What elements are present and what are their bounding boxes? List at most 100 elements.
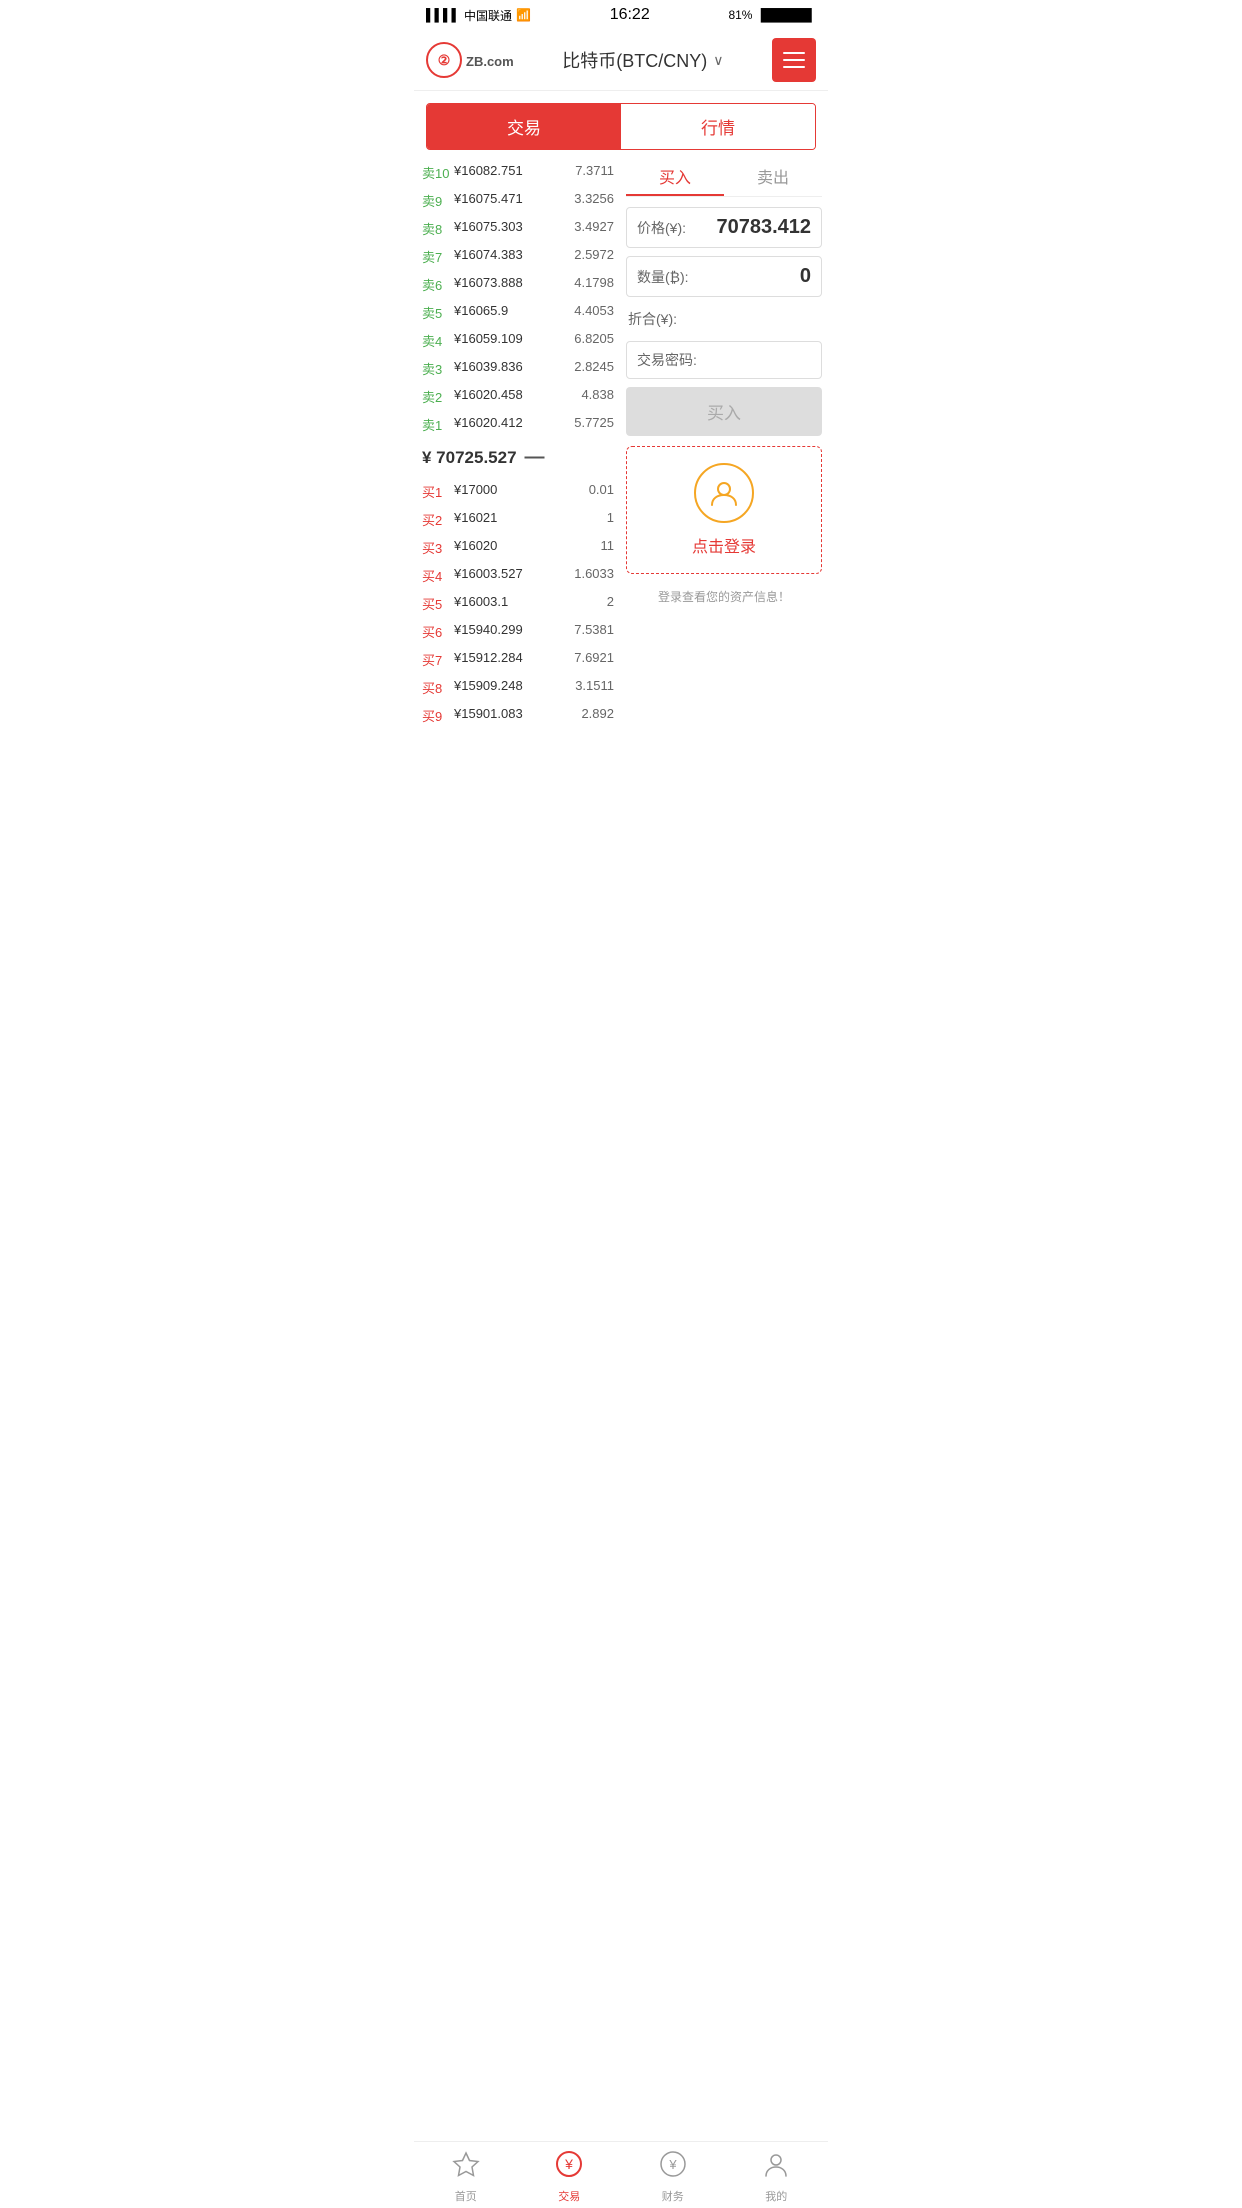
buy-price: ¥15901.083	[450, 706, 581, 725]
sell-price: ¥16082.751	[450, 163, 575, 182]
price-trend-icon: —	[525, 446, 545, 469]
sell-price: ¥16075.471	[450, 191, 574, 210]
buy-label: 买4	[422, 566, 450, 585]
battery-icon: ▐█████▌	[756, 8, 816, 22]
buy-price: ¥16020	[450, 538, 601, 557]
sell-label: 卖5	[422, 303, 450, 322]
buy-label: 买9	[422, 706, 450, 725]
sell-price: ¥16075.303	[450, 219, 574, 238]
login-box[interactable]: 点击登录	[626, 446, 822, 574]
logo: ② ZB.com	[426, 42, 514, 78]
login-sub-text: 登录查看您的资产信息！	[626, 582, 822, 605]
tab-trade[interactable]: 交易	[427, 104, 621, 149]
menu-line	[783, 66, 805, 68]
price-field[interactable]: 价格(¥): 70783.412	[626, 207, 822, 248]
buy-order-row: 买9 ¥15901.083 2.892	[420, 701, 616, 729]
carrier-name: 中国联通	[464, 7, 512, 24]
sell-price: ¥16020.458	[450, 387, 581, 406]
sell-amount: 6.8205	[574, 331, 614, 350]
sell-label: 卖9	[422, 191, 450, 210]
buy-price: ¥15909.248	[450, 678, 575, 697]
menu-line	[783, 52, 805, 54]
sell-price: ¥16073.888	[450, 275, 574, 294]
sell-amount: 3.4927	[574, 219, 614, 238]
menu-button[interactable]	[772, 38, 816, 82]
sell-label: 卖3	[422, 359, 450, 378]
buy-amount: 2.892	[581, 706, 614, 725]
sell-price: ¥16020.412	[450, 415, 574, 434]
battery-percent: 81%	[728, 8, 752, 22]
tab-buy[interactable]: 买入	[626, 158, 724, 196]
buy-label: 买3	[422, 538, 450, 557]
nav-item-trade[interactable]: ¥ 交易	[518, 2150, 622, 2204]
sell-label: 卖4	[422, 331, 450, 350]
buy-price: ¥15940.299	[450, 622, 574, 641]
tab-market[interactable]: 行情	[621, 104, 815, 149]
sell-label: 卖10	[422, 163, 450, 182]
buy-amount: 0.01	[589, 482, 614, 501]
price-label: 价格(¥):	[637, 218, 686, 238]
svg-text:¥: ¥	[564, 2156, 573, 2172]
person-icon	[708, 477, 740, 509]
buy-order-row: 买5 ¥16003.1 2	[420, 589, 616, 617]
buy-price: ¥16021	[450, 510, 607, 529]
sell-price: ¥16039.836	[450, 359, 574, 378]
login-button-text[interactable]: 点击登录	[692, 533, 756, 557]
sell-amount: 3.3256	[574, 191, 614, 210]
trade-nav-label: 交易	[558, 2188, 580, 2204]
buy-label: 买7	[422, 650, 450, 669]
buy-price: ¥16003.1	[450, 594, 607, 613]
nav-item-mine[interactable]: 我的	[725, 2150, 829, 2204]
buy-sell-tabs: 买入 卖出	[626, 158, 822, 197]
buy-order-row: 买1 ¥17000 0.01	[420, 477, 616, 505]
buy-amount: 1.6033	[574, 566, 614, 585]
app-header: ② ZB.com 比特币(BTC/CNY) ∨	[414, 30, 828, 91]
sell-order-row: 卖2 ¥16020.458 4.838	[420, 382, 616, 410]
buy-label: 买8	[422, 678, 450, 697]
sell-amount: 4.838	[581, 387, 614, 406]
password-label: 交易密码:	[637, 350, 697, 370]
tab-sell[interactable]: 卖出	[724, 158, 822, 196]
finance-nav-label: 财务	[662, 2188, 684, 2204]
buy-amount: 1	[607, 510, 614, 529]
sell-label: 卖7	[422, 247, 450, 266]
signal-icon: ▌▌▌▌	[426, 8, 460, 22]
nav-item-finance[interactable]: ¥ 财务	[621, 2150, 725, 2204]
nav-item-home[interactable]: 首页	[414, 2150, 518, 2204]
buy-label: 买2	[422, 510, 450, 529]
status-right: 81% ▐█████▌	[728, 8, 816, 22]
market-title[interactable]: 比特币(BTC/CNY) ∨	[562, 47, 723, 73]
svg-text:¥: ¥	[668, 2157, 677, 2172]
sell-price: ¥16059.109	[450, 331, 574, 350]
price-value: 70783.412	[716, 216, 811, 239]
sell-order-row: 卖5 ¥16065.9 4.4053	[420, 298, 616, 326]
logo-icon: ②	[426, 42, 462, 78]
sell-order-row: 卖8 ¥16075.303 3.4927	[420, 214, 616, 242]
chevron-down-icon: ∨	[713, 52, 723, 69]
sell-order-row: 卖9 ¥16075.471 3.3256	[420, 186, 616, 214]
buy-label: 买6	[422, 622, 450, 641]
sell-amount: 4.1798	[574, 275, 614, 294]
amount-field[interactable]: 数量(₿): 0	[626, 256, 822, 297]
trade-nav-icon: ¥	[555, 2150, 583, 2185]
buy-label: 买1	[422, 482, 450, 501]
buy-order-row: 买2 ¥16021 1	[420, 505, 616, 533]
amount-label: 数量(₿):	[637, 267, 689, 287]
status-time: 16:22	[610, 6, 650, 24]
finance-nav-icon: ¥	[659, 2150, 687, 2185]
sell-order-row: 卖7 ¥16074.383 2.5972	[420, 242, 616, 270]
bottom-nav: 首页 ¥ 交易 ¥ 财务 我的	[414, 2141, 828, 2208]
buy-order-row: 买8 ¥15909.248 3.1511	[420, 673, 616, 701]
trade-panel: 买入 卖出 价格(¥): 70783.412 数量(₿): 0 折合(¥): 交…	[622, 158, 822, 729]
buy-button[interactable]: 买入	[626, 387, 822, 436]
total-row: 折合(¥):	[626, 305, 822, 333]
password-field[interactable]: 交易密码:	[626, 341, 822, 379]
logo-text: ZB.com	[466, 50, 514, 71]
mine-nav-icon	[762, 2150, 790, 2185]
wifi-icon: 📶	[516, 8, 531, 22]
sell-amount: 7.3711	[575, 163, 614, 182]
main-tabs: 交易 行情	[426, 103, 816, 150]
mine-nav-label: 我的	[765, 2188, 787, 2204]
buy-label: 买5	[422, 594, 450, 613]
sell-order-row: 卖4 ¥16059.109 6.8205	[420, 326, 616, 354]
